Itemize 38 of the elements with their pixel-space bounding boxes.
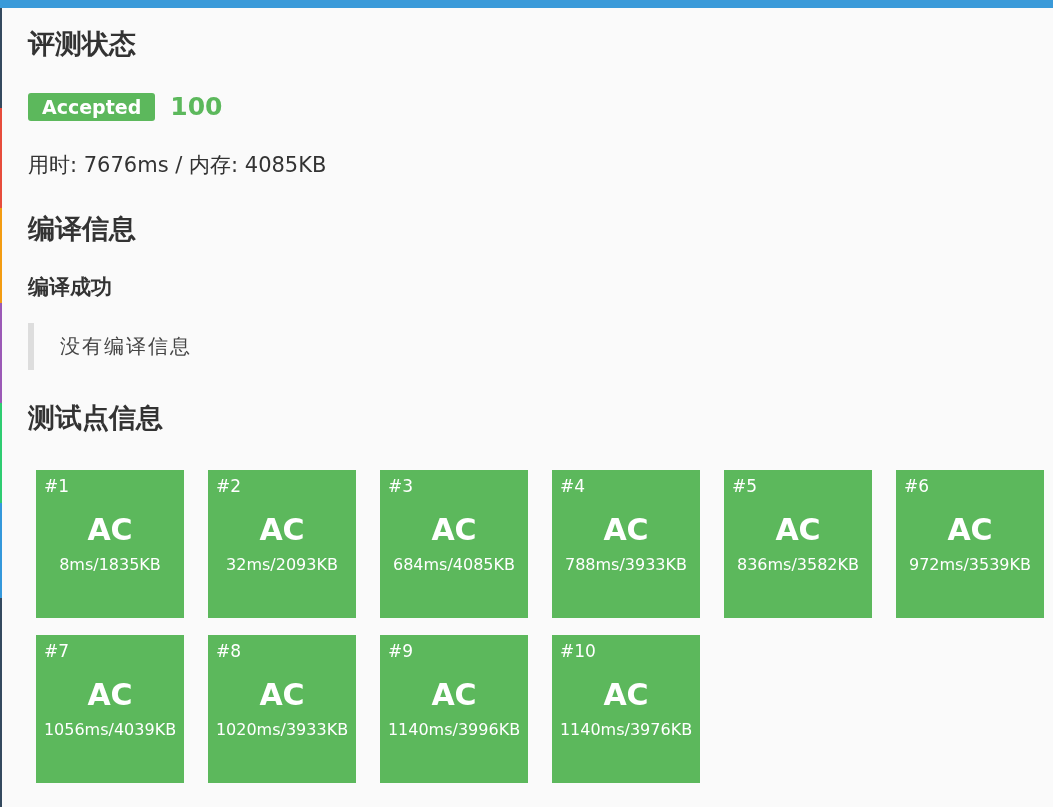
testcase-result: AC <box>431 677 477 712</box>
testcase-id: #10 <box>560 641 596 661</box>
testcase-id: #4 <box>560 476 586 496</box>
testcase-result: AC <box>87 677 133 712</box>
testcase-usage: 1020ms/3933KB <box>215 720 349 739</box>
testcase-usage: 684ms/4085KB <box>392 555 515 574</box>
testcase-usage: 1140ms/3996KB <box>387 720 521 739</box>
testcase-id: #2 <box>216 476 242 496</box>
testcase-id: #1 <box>44 476 70 496</box>
testcase-result: AC <box>259 512 305 547</box>
testcase-id: #8 <box>216 641 242 661</box>
compile-result: 编译成功 <box>28 274 113 301</box>
testcase-result: AC <box>603 677 649 712</box>
testcase-id: #3 <box>388 476 414 496</box>
testcase-result: AC <box>87 512 133 547</box>
section-heading: 测试点信息 <box>28 401 164 435</box>
testcase-id: #9 <box>388 641 414 661</box>
testcase-result: AC <box>603 512 649 547</box>
verdict-badge: Accepted <box>28 92 156 121</box>
usage-text: 用时: 7676ms / 内存: 4085KB <box>28 152 328 179</box>
section-heading: 编译信息 <box>28 212 137 246</box>
testcase-usage: 8ms/1835KB <box>59 555 161 574</box>
testcase-usage: 32ms/2093KB <box>226 555 338 574</box>
testcase-result: AC <box>431 512 477 547</box>
testcase-result: AC <box>775 512 821 547</box>
section-heading: 评测状态 <box>28 27 137 61</box>
testcase-id: #5 <box>732 476 758 496</box>
testcase-result: AC <box>947 512 993 547</box>
testcase-usage: 972ms/3539KB <box>908 555 1031 574</box>
compile-message: 没有编译信息 <box>28 323 1053 370</box>
testcase-id: #7 <box>44 641 70 661</box>
testcase-usage: 1056ms/4039KB <box>43 720 177 739</box>
testcase-id: #6 <box>904 476 930 496</box>
testcase-usage: 1140ms/3976KB <box>559 720 693 739</box>
testcase-usage: 836ms/3582KB <box>736 555 859 574</box>
testcase-usage: 788ms/3933KB <box>564 555 687 574</box>
testcase-result: AC <box>259 677 305 712</box>
score: 100 <box>170 92 223 121</box>
